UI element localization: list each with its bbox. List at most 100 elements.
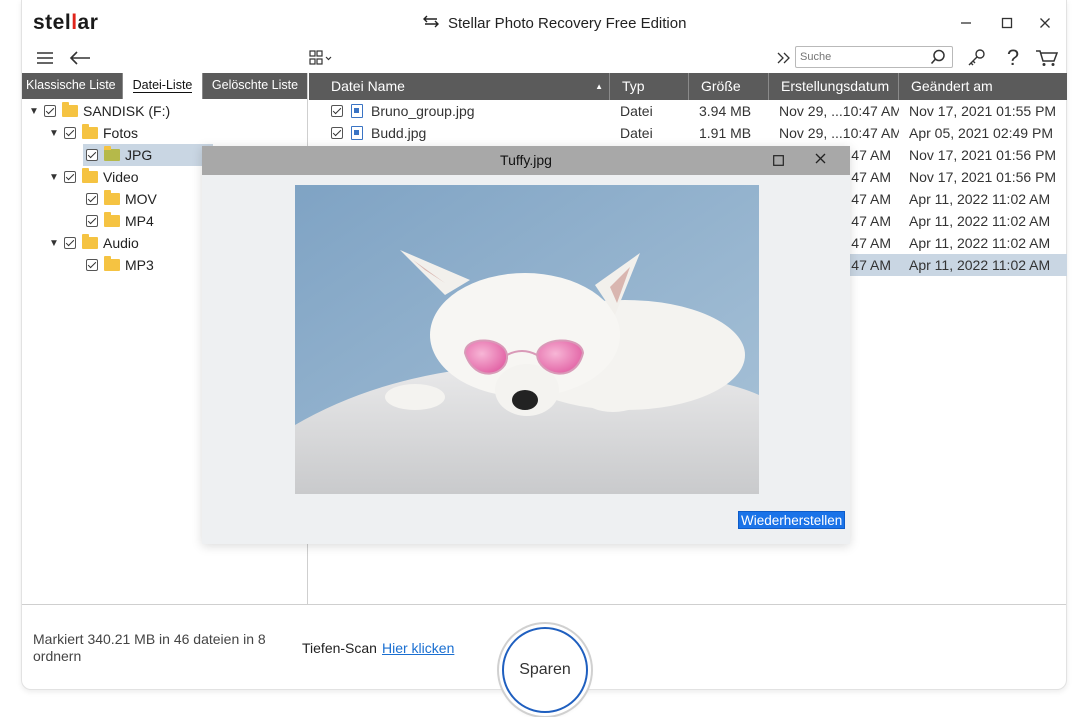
save-button[interactable]: Sparen [502, 627, 588, 713]
expand-caret-icon[interactable]: ▼ [48, 128, 60, 139]
cell-text: Nov 17, 2021 01:55 PM [909, 103, 1057, 119]
tree-item-label: MP4 [125, 213, 154, 229]
tree-item-label: JPG [125, 147, 153, 163]
cell-modified: Nov 17, 2021 01:55 PM [899, 103, 1067, 119]
cell-text: Nov 29, ...10:47 AM [779, 125, 899, 141]
checkbox[interactable] [64, 127, 76, 139]
cell-text: 47 AM [851, 191, 891, 207]
tree-item-jpg[interactable]: JPG [83, 144, 213, 166]
cell-name: Budd.jpg [309, 125, 610, 141]
menu-icon[interactable] [34, 48, 56, 68]
stellar-logo: stellar [33, 11, 99, 34]
key-icon[interactable] [966, 47, 988, 69]
close-button[interactable] [1034, 12, 1056, 34]
checkbox[interactable] [86, 215, 98, 227]
checkbox[interactable] [86, 193, 98, 205]
cell-text: 47 AM [851, 213, 891, 229]
column-label: Datei Name [331, 78, 405, 94]
cell-text: Apr 05, 2021 02:49 PM [909, 125, 1053, 141]
column-header-created[interactable]: Erstellungsdatum [769, 73, 899, 100]
tab-label: Gelöschte Liste [211, 78, 299, 92]
tab-datei-liste[interactable]: Datei-Liste [123, 73, 203, 99]
search-field[interactable] [795, 46, 953, 68]
save-button-label: Sparen [519, 661, 571, 678]
tree-item-mp4[interactable]: MP4 [83, 210, 154, 232]
checkbox[interactable] [64, 237, 76, 249]
table-header: Datei Name ▲ Typ Größe Erstellungsdatum … [309, 73, 1067, 100]
maximize-button[interactable] [996, 12, 1018, 34]
column-header-type[interactable]: Typ [610, 73, 689, 100]
folder-icon [82, 234, 98, 249]
cell-text: Apr 11, 2022 11:02 AM [909, 257, 1051, 273]
back-arrow-icon[interactable] [68, 48, 92, 68]
cell-modified: Apr 11, 2022 11:02 AM [899, 213, 1067, 229]
expand-caret-icon[interactable]: ▼ [48, 238, 60, 249]
tree-item-label: SANDISK (F:) [83, 103, 171, 119]
preview-dialog: Tuffy.jpg Wiederherstellen [202, 146, 850, 544]
cell-created: Nov 29, ...10:47 AM [769, 103, 899, 119]
deep-scan-link[interactable]: Hier klicken [382, 640, 454, 656]
column-header-size[interactable]: Größe [689, 73, 769, 100]
expand-caret-icon[interactable]: ▼ [28, 106, 40, 117]
cell-text: 47 AM [851, 235, 891, 251]
checkbox[interactable] [331, 127, 343, 139]
cell-text: Nov 17, 2021 01:56 PM [909, 147, 1057, 163]
tab-geloeschte-liste[interactable]: Gelöschte Liste [203, 73, 307, 99]
checkbox[interactable] [331, 105, 343, 117]
table-row[interactable]: Bruno_group.jpg Datei 3.94 MB Nov 29, ...10… [309, 100, 1067, 122]
expand-caret-icon[interactable]: ▼ [48, 172, 60, 183]
cell-text: Nov 17, 2021 01:56 PM [909, 169, 1057, 185]
table-row[interactable]: Budd.jpg Datei 1.91 MB Nov 29, ...10:47 AM A… [309, 122, 1067, 144]
checkbox[interactable] [44, 105, 56, 117]
column-header-modified[interactable]: Geändert am [899, 73, 1067, 100]
tree-item-label: Video [103, 169, 139, 185]
cell-modified: Apr 11, 2022 11:02 AM [899, 191, 1067, 207]
preview-close-button[interactable] [815, 151, 826, 168]
swap-arrows-icon [422, 14, 440, 32]
folder-icon [104, 190, 120, 205]
checkbox[interactable] [64, 171, 76, 183]
folder-icon [104, 256, 120, 271]
cell-text: Apr 11, 2022 11:02 AM [909, 235, 1051, 251]
app-title-area: Stellar Photo Recovery Free Edition [422, 14, 686, 32]
cell-type: Datei [610, 125, 689, 141]
minimize-button[interactable] [955, 12, 977, 34]
tree-item-mp3[interactable]: MP3 [83, 254, 154, 276]
help-icon[interactable]: ? [1002, 45, 1024, 70]
checkbox[interactable] [86, 259, 98, 271]
tree-item-label: Fotos [103, 125, 139, 141]
search-input[interactable] [796, 47, 922, 67]
expand-chevron-icon[interactable] [775, 49, 793, 67]
search-icon[interactable] [930, 49, 946, 68]
cell-text: Apr 11, 2022 11:02 AM [909, 213, 1051, 229]
checkbox[interactable] [86, 149, 98, 161]
tree-item-audio[interactable]: ▼ Audio [48, 232, 139, 254]
cell-modified: Nov 17, 2021 01:56 PM [899, 169, 1067, 185]
folder-icon [82, 124, 98, 139]
folder-icon [104, 146, 120, 161]
column-header-name[interactable]: Datei Name ▲ [309, 73, 610, 100]
cell-created: Nov 29, ...10:47 AM [769, 125, 899, 141]
cell-size: 1.91 MB [689, 125, 769, 141]
tab-label: Klassische Liste [26, 78, 116, 92]
tree-item-mov[interactable]: MOV [83, 188, 157, 210]
cart-icon[interactable] [1034, 48, 1060, 68]
column-label: Typ [622, 78, 645, 94]
grid-view-icon[interactable] [308, 48, 336, 68]
sort-ascending-icon[interactable]: ▲ [595, 73, 603, 100]
cell-text: 47 AM [851, 169, 891, 185]
folder-icon [104, 212, 120, 227]
status-bar: Markiert 340.21 MB in 46 dateien in 8 or… [22, 604, 1066, 713]
tree-item-sandisk[interactable]: ▼ SANDISK (F:) [28, 100, 170, 122]
preview-maximize-button[interactable] [771, 152, 785, 168]
cell-name: Bruno_group.jpg [309, 103, 610, 119]
cell-type: Datei [610, 103, 689, 119]
tree-item-fotos[interactable]: ▼ Fotos [48, 122, 138, 144]
preview-image [295, 185, 759, 494]
tab-klassische-liste[interactable]: Klassische Liste [22, 73, 123, 99]
cell-modified: Nov 17, 2021 01:56 PM [899, 147, 1067, 163]
restore-button[interactable]: Wiederherstellen [738, 511, 846, 529]
preview-title-bar: Tuffy.jpg [202, 146, 850, 175]
column-label: Geändert am [911, 78, 993, 94]
tree-item-video[interactable]: ▼ Video [48, 166, 139, 188]
